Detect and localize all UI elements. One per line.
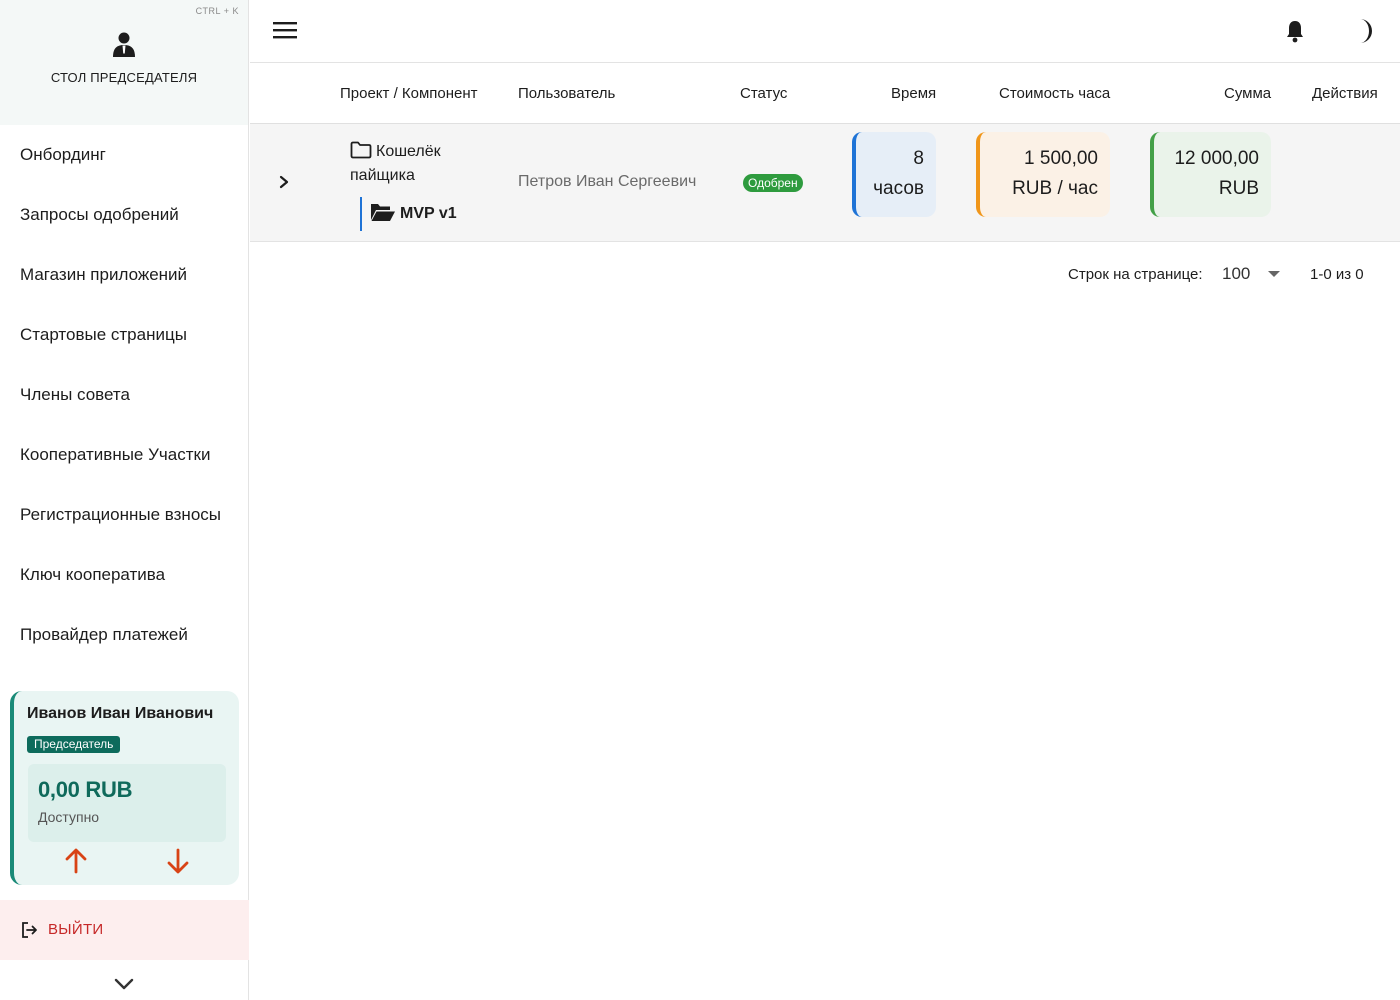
caret-down-icon <box>1268 271 1280 277</box>
search-shortcut-hint: CTRL + K <box>195 6 239 16</box>
table-row: Кошелёк пайщика MVP v1 Петров Иван Серге… <box>250 124 1400 242</box>
sidebar-item-approval-requests[interactable]: Запросы одобрений <box>0 185 248 245</box>
chevron-down-icon[interactable] <box>113 976 135 992</box>
sidebar-item-app-store[interactable]: Магазин приложений <box>0 245 248 305</box>
desk-title: СТОЛ ПРЕДСЕДАТЕЛЯ <box>50 70 198 85</box>
component-cell[interactable]: MVP v1 <box>360 197 457 231</box>
arrow-down-icon[interactable] <box>166 847 190 875</box>
time-unit: часов <box>873 178 924 199</box>
column-header-project[interactable]: Проект / Компонент <box>340 85 478 102</box>
time-value: 8 <box>913 148 924 169</box>
rate-pill: 1 500,00 RUB / час <box>976 132 1110 217</box>
project-cell[interactable]: Кошелёк пайщика <box>350 140 490 188</box>
rows-per-page-select[interactable]: 100 <box>1220 261 1284 287</box>
sidebar: CTRL + K СТОЛ ПРЕДСЕДАТЕЛЯ Онбординг Зап… <box>0 0 249 1000</box>
balance-amount: 0,00 RUB <box>38 777 133 802</box>
time-pill: 8 часов <box>852 132 936 217</box>
column-header-user[interactable]: Пользователь <box>518 85 615 102</box>
column-header-rate[interactable]: Стоимость часа <box>999 85 1110 102</box>
dark-mode-icon[interactable] <box>1350 17 1376 45</box>
sidebar-header: CTRL + K СТОЛ ПРЕДСЕДАТЕЛЯ <box>0 0 248 125</box>
rate-unit: RUB / час <box>1012 178 1098 199</box>
sum-unit: RUB <box>1218 178 1259 199</box>
rows-per-page-label: Строк на странице: <box>1068 266 1203 283</box>
sum-pill: 12 000,00 RUB <box>1150 132 1271 217</box>
sidebar-item-payment-provider[interactable]: Провайдер платежей <box>0 605 248 665</box>
sidebar-item-onboarding[interactable]: Онбординг <box>0 125 248 185</box>
sidebar-item-cooperative-plots[interactable]: Кооперативные Участки <box>0 425 248 485</box>
component-name: MVP v1 <box>400 205 457 222</box>
bell-icon[interactable] <box>1284 19 1306 43</box>
chairman-icon <box>113 32 135 57</box>
column-header-actions: Действия <box>1312 85 1378 102</box>
column-header-time[interactable]: Время <box>891 85 936 102</box>
arrow-up-icon[interactable] <box>64 847 88 875</box>
chevron-right-icon[interactable] <box>276 173 292 191</box>
sum-value: 12 000,00 <box>1174 148 1259 169</box>
sidebar-item-board-members[interactable]: Члены совета <box>0 365 248 425</box>
status-badge: Одобрен <box>743 174 803 192</box>
sidebar-item-start-pages[interactable]: Стартовые страницы <box>0 305 248 365</box>
pagination: Строк на странице: 100 1-0 из 0 <box>250 243 1400 303</box>
folder-icon <box>350 141 372 159</box>
sidebar-item-cooperative-key[interactable]: Ключ кооператива <box>0 545 248 605</box>
column-header-sum[interactable]: Сумма <box>1224 85 1271 102</box>
sidebar-item-registration-fees[interactable]: Регистрационные взносы <box>0 485 248 545</box>
table-header: Проект / Компонент Пользователь Статус В… <box>250 64 1400 124</box>
balance-box: 0,00 RUB Доступно <box>28 764 226 842</box>
rate-value: 1 500,00 <box>1024 148 1098 169</box>
role-badge: Председатель <box>27 736 121 753</box>
balance-label: Доступно <box>38 809 100 825</box>
top-bar <box>250 0 1400 63</box>
rows-per-page-value: 100 <box>1222 264 1251 283</box>
pagination-range: 1-0 из 0 <box>1310 266 1364 283</box>
menu-icon[interactable] <box>272 18 298 42</box>
user-card: Иванов Иван Иванович Председатель 0,00 R… <box>10 691 239 885</box>
logout-button[interactable]: ВЫЙТИ <box>0 900 249 960</box>
user-name: Иванов Иван Иванович <box>27 705 214 722</box>
logout-icon <box>22 922 37 938</box>
column-header-status[interactable]: Статус <box>740 85 787 102</box>
sidebar-menu: Онбординг Запросы одобрений Магазин прил… <box>0 125 248 665</box>
user-cell: Петров Иван Сергеевич <box>518 173 697 190</box>
folder-open-icon <box>371 204 395 221</box>
logout-label: ВЫЙТИ <box>48 921 104 938</box>
